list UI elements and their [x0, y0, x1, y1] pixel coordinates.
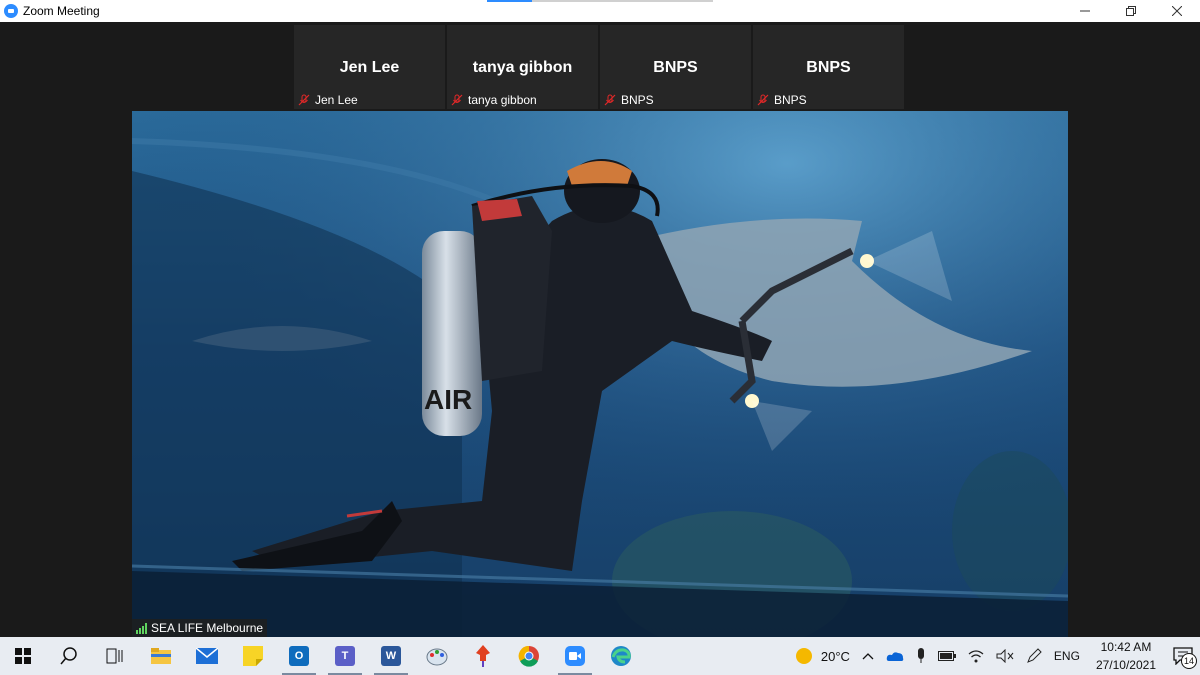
- participant-strip: Jen Lee Jen Lee tanya gibbon tanya gibbo…: [294, 25, 904, 109]
- zoom-app-icon: [4, 4, 18, 18]
- tank-label: AIR: [424, 384, 472, 415]
- restore-button[interactable]: [1108, 0, 1154, 22]
- chrome-icon[interactable]: [506, 637, 552, 675]
- microphone-icon[interactable]: [910, 637, 932, 675]
- chevron-up-icon[interactable]: [856, 637, 880, 675]
- active-speaker-label: SEA LIFE Melbourne: [132, 619, 268, 637]
- signal-strength-icon: [136, 622, 147, 634]
- clock-date: 27/10/2021: [1095, 658, 1156, 672]
- participant-display-name: BNPS: [653, 59, 698, 76]
- clock-time: 10:42 AM: [1100, 640, 1152, 654]
- participant-label: BNPS: [757, 93, 807, 107]
- window-title: Zoom Meeting: [23, 4, 100, 18]
- volume-muted-icon[interactable]: [990, 637, 1020, 675]
- active-speaker-name: SEA LIFE Melbourne: [151, 621, 264, 635]
- mail-icon[interactable]: [184, 637, 230, 675]
- windows-taskbar: O T W 20°C ENG 10:42 AM 27/10/2021 14: [0, 637, 1200, 675]
- task-view-icon[interactable]: [92, 637, 138, 675]
- participant-tile[interactable]: BNPS BNPS: [753, 25, 904, 109]
- onedrive-icon[interactable]: [880, 637, 910, 675]
- participant-tile[interactable]: Jen Lee Jen Lee: [294, 25, 445, 109]
- weather-widget[interactable]: 20°C: [789, 637, 856, 675]
- notification-count-badge: 14: [1181, 653, 1197, 669]
- notification-center-button[interactable]: 14: [1166, 637, 1200, 675]
- minimize-button[interactable]: [1062, 0, 1108, 22]
- title-progress-bar: [487, 0, 713, 2]
- participant-label: BNPS: [604, 93, 654, 107]
- active-speaker-video[interactable]: AIR: [132, 111, 1068, 637]
- mic-muted-icon: [298, 94, 310, 106]
- word-icon[interactable]: W: [368, 637, 414, 675]
- clock[interactable]: 10:42 AM 27/10/2021: [1086, 638, 1166, 674]
- mic-muted-icon: [604, 94, 616, 106]
- language-indicator[interactable]: ENG: [1048, 637, 1086, 675]
- outlook-icon[interactable]: O: [276, 637, 322, 675]
- system-tray: 20°C ENG 10:42 AM 27/10/2021 14: [789, 637, 1200, 675]
- sticky-notes-icon[interactable]: [230, 637, 276, 675]
- pen-icon[interactable]: [1020, 637, 1048, 675]
- wifi-icon[interactable]: [962, 637, 990, 675]
- mic-muted-icon: [451, 94, 463, 106]
- participant-display-name: tanya gibbon: [472, 59, 573, 76]
- zoom-icon[interactable]: [552, 637, 598, 675]
- meeting-area: Jen Lee Jen Lee tanya gibbon tanya gibbo…: [0, 22, 1200, 637]
- sun-icon: [795, 648, 812, 664]
- participant-display-name: BNPS: [806, 59, 851, 76]
- file-explorer-icon[interactable]: [138, 637, 184, 675]
- close-button[interactable]: [1154, 0, 1200, 22]
- teams-icon[interactable]: T: [322, 637, 368, 675]
- participant-label: Jen Lee: [298, 93, 358, 107]
- pin-app-icon[interactable]: [460, 637, 506, 675]
- battery-icon[interactable]: [932, 637, 962, 675]
- paint-icon[interactable]: [414, 637, 460, 675]
- participant-display-name: Jen Lee: [339, 59, 400, 76]
- search-icon[interactable]: [46, 637, 92, 675]
- edge-icon[interactable]: [598, 637, 644, 675]
- mic-muted-icon: [757, 94, 769, 106]
- participant-label: tanya gibbon: [451, 93, 537, 107]
- start-icon[interactable]: [0, 637, 46, 675]
- participant-tile[interactable]: tanya gibbon tanya gibbon: [447, 25, 598, 109]
- participant-tile[interactable]: BNPS BNPS: [600, 25, 751, 109]
- title-bar: Zoom Meeting: [0, 0, 1200, 22]
